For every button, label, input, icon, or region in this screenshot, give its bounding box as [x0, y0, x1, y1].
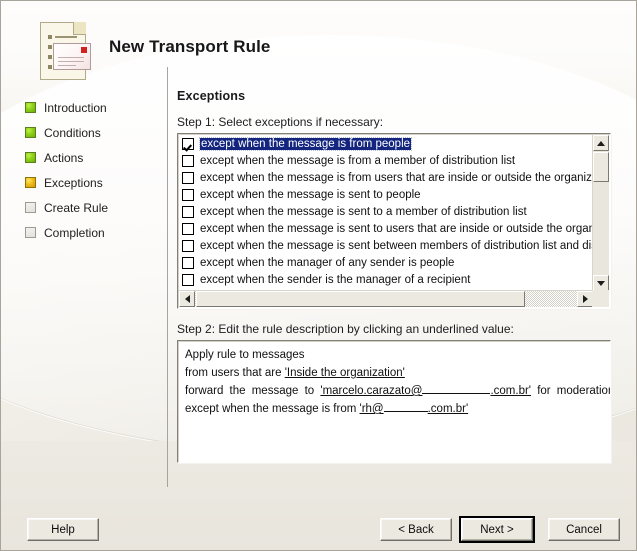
exception-label: except when the message is sent to peopl…	[200, 188, 421, 201]
checkbox-icon[interactable]	[182, 273, 194, 286]
exception-label: except when the message is sent to a mem…	[200, 205, 527, 218]
list-vertical-scrollbar[interactable]	[592, 135, 609, 291]
next-button[interactable]: Next >	[459, 516, 535, 543]
scroll-down-arrow-icon	[597, 280, 605, 286]
exception-row[interactable]: except when the manager of any sender is…	[179, 254, 593, 271]
checkbox-icon[interactable]	[182, 205, 194, 218]
page-fold-corner	[73, 22, 86, 35]
sidebar-item-conditions[interactable]: Conditions	[23, 120, 163, 145]
sidebar-item-label: Conditions	[44, 125, 101, 140]
checkbox-icon[interactable]	[182, 239, 194, 252]
document-envelope-icon	[33, 21, 93, 83]
description-line-3-prefix: forward the message to	[185, 385, 321, 397]
envelope-shape	[53, 43, 91, 70]
exception-row[interactable]: except when the message is sent to a mem…	[179, 203, 593, 220]
sidebar-item-label: Introduction	[44, 100, 107, 115]
sidebar-item-actions[interactable]: Actions	[23, 145, 163, 170]
description-line-4: except when the message is from 'rh@ .com…	[185, 400, 603, 418]
description-line-1: Apply rule to messages	[185, 349, 305, 361]
rule-value-exception-address-end[interactable]: .com.br'	[428, 403, 469, 415]
exceptions-list-viewport: except when the message is from people e…	[179, 135, 593, 291]
checkbox-icon[interactable]	[182, 171, 194, 184]
sidebar-item-create-rule[interactable]: Create Rule	[23, 195, 163, 220]
vertical-scroll-thumb[interactable]	[593, 152, 609, 182]
scroll-left-button[interactable]	[179, 291, 195, 307]
scroll-down-button[interactable]	[593, 275, 609, 291]
step-status-icon	[25, 102, 36, 113]
description-line-2-prefix: from users that are	[185, 367, 285, 379]
scroll-up-button[interactable]	[593, 135, 609, 151]
envelope-stamp	[81, 47, 87, 53]
exception-row[interactable]: except when the message is sent to peopl…	[179, 186, 593, 203]
step-status-icon	[25, 202, 36, 213]
rule-value-scope[interactable]: 'Inside the organization'	[285, 367, 405, 379]
exception-label: except when the message is from people	[198, 136, 413, 151]
step-status-icon	[25, 227, 36, 238]
exception-row[interactable]: except when the message is sent between …	[179, 237, 593, 254]
rule-description-box[interactable]: Apply rule to messages from users that a…	[177, 340, 611, 463]
exception-row[interactable]: except when the message is from users th…	[179, 169, 593, 186]
description-line-4-prefix: except when the message is from	[185, 403, 360, 415]
exception-row[interactable]: except when the message is sent to users…	[179, 220, 593, 237]
sidebar-item-exceptions[interactable]: Exceptions	[23, 170, 163, 195]
exception-row[interactable]: except when the sender is the manager of…	[179, 271, 593, 288]
description-line-3-suffix: for moderation	[531, 385, 611, 397]
checkbox-icon[interactable]	[182, 188, 194, 201]
sidebar-item-label: Completion	[44, 225, 105, 240]
step-status-icon	[25, 177, 36, 188]
step-status-icon	[25, 152, 36, 163]
exception-row[interactable]: except when the message is from people	[179, 135, 593, 152]
rule-value-forward-address-start[interactable]: 'marcelo.carazato@	[320, 385, 422, 397]
sidebar-item-label: Actions	[44, 150, 84, 165]
sidebar-item-completion[interactable]: Completion	[23, 220, 163, 245]
exception-label: except when the message is sent between …	[200, 239, 593, 252]
scroll-right-button[interactable]	[577, 291, 593, 307]
back-button[interactable]: < Back	[380, 518, 452, 541]
description-line-2: from users that are 'Inside the organiza…	[185, 364, 603, 382]
horizontal-scroll-thumb[interactable]	[196, 291, 525, 307]
next-button-label: Next >	[461, 518, 533, 541]
help-button[interactable]: Help	[27, 518, 99, 541]
wizard-footer: Help < Back Next > Cancel	[1, 506, 636, 550]
page-title: New Transport Rule	[109, 37, 271, 56]
list-horizontal-scrollbar[interactable]	[179, 290, 593, 307]
step1-label: Step 1: Select exceptions if necessary:	[177, 115, 384, 129]
exception-label: except when the message is from a member…	[200, 154, 516, 167]
new-transport-rule-wizard: New Transport Rule Introduction Conditio…	[0, 0, 637, 551]
exception-label: except when the message is sent to users…	[200, 222, 593, 235]
exception-label: except when the manager of any sender is…	[200, 256, 455, 269]
sidebar-item-introduction[interactable]: Introduction	[23, 95, 163, 120]
step2-label: Step 2: Edit the rule description by cli…	[177, 322, 514, 336]
sidebar-item-label: Exceptions	[44, 175, 103, 190]
checkbox-icon[interactable]	[182, 154, 194, 167]
checkbox-icon[interactable]	[182, 222, 194, 235]
scrollbar-corner	[592, 290, 609, 307]
wizard-content-pane: Exceptions Step 1: Select exceptions if …	[177, 89, 615, 463]
rule-value-forward-address-end[interactable]: .com.br'	[490, 385, 531, 397]
wizard-header: New Transport Rule	[1, 1, 636, 87]
checkbox-icon[interactable]	[182, 137, 194, 150]
exception-label: except when the sender is the manager of…	[200, 273, 471, 286]
description-line-3: forward the message to 'marcelo.carazato…	[185, 382, 610, 400]
exception-row[interactable]: except when the message is from a member…	[179, 152, 593, 169]
scroll-right-arrow-icon	[582, 295, 588, 303]
exception-label: except when the message is from users th…	[200, 171, 593, 184]
checkbox-icon[interactable]	[182, 256, 194, 269]
cancel-button[interactable]: Cancel	[548, 518, 620, 541]
sidebar-separator	[167, 67, 168, 487]
step-status-icon	[25, 127, 36, 138]
scroll-left-arrow-icon	[184, 295, 190, 303]
redacted-domain	[383, 411, 428, 412]
scroll-up-arrow-icon	[597, 140, 605, 146]
content-heading: Exceptions	[177, 89, 246, 103]
exceptions-listbox[interactable]: except when the message is from people e…	[177, 133, 611, 309]
sidebar-item-label: Create Rule	[44, 200, 109, 215]
rule-value-exception-address-start[interactable]: 'rh@	[360, 403, 384, 415]
wizard-step-list: Introduction Conditions Actions Exceptio…	[23, 95, 163, 245]
redacted-domain	[422, 393, 491, 394]
